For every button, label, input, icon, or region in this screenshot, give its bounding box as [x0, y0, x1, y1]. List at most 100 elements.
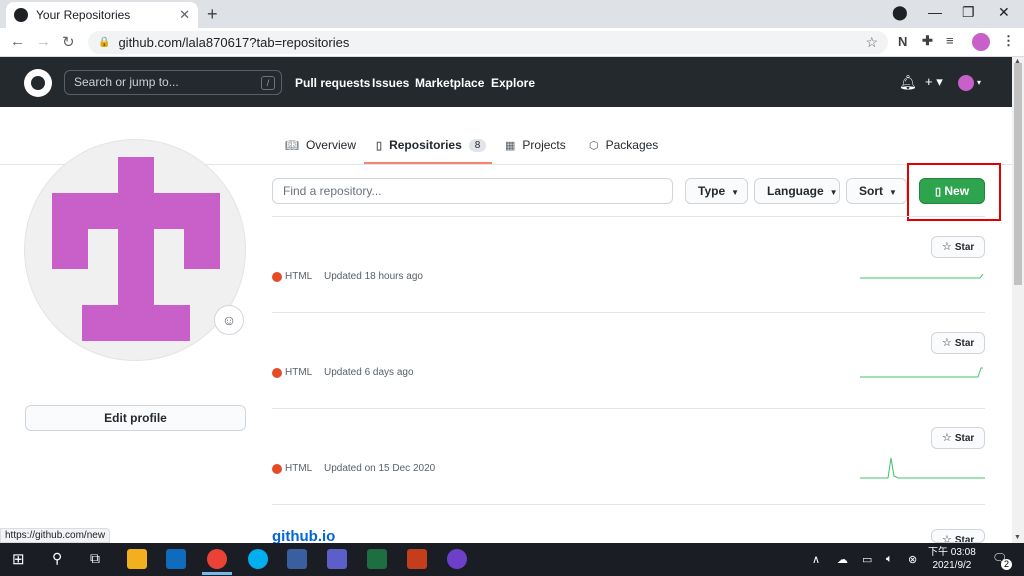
- repo-language: HTML: [285, 367, 313, 378]
- volume-icon[interactable]: 🔈︎: [886, 553, 893, 566]
- tab-packages[interactable]: ⬡ Packages: [589, 138, 658, 152]
- omnibox[interactable]: 🔒 github.com/lala870617?tab=repositories…: [88, 31, 888, 54]
- back-arrow-icon[interactable]: ←: [10, 33, 25, 50]
- book-icon: 📖︎: [285, 139, 299, 152]
- repo-language: HTML: [285, 271, 313, 282]
- edit-profile-button[interactable]: Edit profile: [25, 405, 246, 431]
- network-icon[interactable]: ▭: [862, 553, 872, 566]
- package-icon: ⬡: [589, 139, 599, 152]
- browser-profile-avatar[interactable]: [972, 33, 990, 51]
- status-x-icon[interactable]: ⊗: [908, 553, 917, 566]
- nav-marketplace[interactable]: Marketplace: [415, 76, 484, 90]
- language-color-dot: [272, 464, 282, 474]
- notification-bell-icon[interactable]: 🔔︎: [899, 74, 917, 91]
- github-favicon-icon: [14, 8, 28, 22]
- chrome-icon[interactable]: [207, 549, 227, 569]
- activity-sparkline: [860, 367, 983, 378]
- type-filter-dropdown[interactable]: Type ▼: [685, 178, 748, 204]
- activity-sparkline: [860, 457, 985, 479]
- star-icon: ☆: [942, 534, 952, 543]
- outlook-icon[interactable]: [166, 549, 186, 569]
- reload-icon[interactable]: ↻: [62, 33, 75, 51]
- repo-list-item: ☆ Star HTML Updated 18 hours ago: [272, 217, 985, 313]
- browser-menu-icon[interactable]: ⋮: [1002, 33, 1015, 49]
- file-explorer-icon[interactable]: [127, 549, 147, 569]
- tab-projects-label: Projects: [522, 138, 566, 152]
- tab-packages-label: Packages: [605, 138, 659, 152]
- identicon-image: [52, 157, 220, 341]
- nav-explore[interactable]: Explore: [491, 76, 535, 90]
- star-button[interactable]: ☆ Star: [931, 529, 985, 543]
- repo-list-item: ☆ Star HTML Updated on 15 Dec 2020: [272, 409, 985, 505]
- tab-repositories-label: Repositories: [389, 138, 462, 152]
- github-logo-icon[interactable]: [24, 69, 52, 97]
- star-button[interactable]: ☆ Star: [931, 332, 985, 354]
- language-color-dot: [272, 368, 282, 378]
- extension-n-icon[interactable]: N: [898, 34, 907, 49]
- star-label: Star: [954, 338, 975, 349]
- forward-arrow-icon[interactable]: →: [36, 33, 51, 50]
- close-tab-icon[interactable]: ✕: [179, 7, 190, 23]
- scroll-down-icon[interactable]: ▼: [1014, 534, 1021, 541]
- windows-start-icon[interactable]: ⊞: [12, 550, 25, 568]
- excel-icon[interactable]: [367, 549, 387, 569]
- repo-updated: Updated 6 days ago: [324, 367, 414, 378]
- repo-list-item: ☆ Star HTML Updated 6 days ago: [272, 313, 985, 409]
- star-icon: ☆: [942, 241, 952, 253]
- minimize-icon[interactable]: —: [928, 4, 942, 20]
- star-button[interactable]: ☆ Star: [931, 236, 985, 258]
- star-icon: ☆: [942, 432, 952, 444]
- github-search-input[interactable]: Search or jump to... /: [64, 70, 282, 95]
- remote-desktop-icon[interactable]: [287, 549, 307, 569]
- skype-icon[interactable]: [248, 549, 268, 569]
- create-new-dropdown[interactable]: + ▾: [925, 74, 943, 90]
- caret-down-icon: ▼: [829, 188, 838, 197]
- active-tab-underline: [364, 162, 492, 164]
- onedrive-icon[interactable]: ☁: [837, 553, 848, 566]
- caret-down-icon: ▼: [731, 188, 740, 197]
- caret-down-icon: ▾: [977, 78, 982, 87]
- browser-tab[interactable]: Your Repositories ✕: [6, 2, 198, 28]
- clock-date: 2021/9/2: [932, 560, 972, 571]
- new-tab-button[interactable]: +: [207, 4, 218, 25]
- language-filter-dropdown[interactable]: Language ▼: [754, 178, 840, 204]
- repo-updated: Updated 18 hours ago: [324, 271, 423, 282]
- browser-tab-title: Your Repositories: [36, 8, 131, 22]
- tab-repositories[interactable]: ▯ Repositories 8: [376, 138, 487, 152]
- language-filter-label: Language: [767, 184, 824, 198]
- set-status-smiley-icon[interactable]: ☺: [214, 305, 244, 335]
- powerpoint-icon[interactable]: [407, 549, 427, 569]
- bookmark-star-icon[interactable]: ☆: [865, 34, 878, 51]
- find-repository-input[interactable]: Find a repository...: [272, 178, 673, 204]
- window-close-icon[interactable]: ✕: [998, 4, 1010, 21]
- repo-count-badge: 8: [468, 138, 487, 152]
- nav-pull-requests[interactable]: Pull requests: [295, 76, 370, 90]
- activity-sparkline: [860, 273, 984, 279]
- star-button[interactable]: ☆ Star: [931, 427, 985, 449]
- tab-overview[interactable]: 📖︎ Overview: [285, 138, 356, 152]
- reading-list-icon[interactable]: ≡: [946, 33, 954, 48]
- extensions-puzzle-icon[interactable]: ✚: [922, 33, 933, 49]
- profile-avatar[interactable]: [24, 139, 246, 361]
- restore-icon[interactable]: ❐: [962, 4, 975, 21]
- profile-dropdown-icon[interactable]: ⬤: [892, 4, 908, 21]
- search-placeholder: Search or jump to...: [74, 75, 179, 89]
- teams-icon[interactable]: [327, 549, 347, 569]
- nav-issues[interactable]: Issues: [372, 76, 409, 90]
- active-app-indicator: [202, 572, 232, 575]
- task-view-icon[interactable]: ⧉: [90, 550, 100, 567]
- github-desktop-icon[interactable]: [447, 549, 467, 569]
- scrollbar-thumb[interactable]: [1014, 63, 1022, 285]
- taskbar-search-icon[interactable]: ⚲: [52, 550, 62, 567]
- search-shortcut-key: /: [261, 76, 275, 90]
- tray-chevron-icon[interactable]: ∧: [812, 553, 820, 566]
- project-icon: ▦: [505, 139, 516, 152]
- tab-projects[interactable]: ▦ Projects: [505, 138, 566, 152]
- taskbar-clock[interactable]: 下午 03:08 2021/9/2: [928, 546, 976, 572]
- user-avatar-dropdown[interactable]: [958, 75, 974, 91]
- caret-down-icon: ▼: [889, 188, 897, 197]
- type-filter-label: Type: [698, 184, 726, 198]
- lock-icon: 🔒: [98, 37, 111, 48]
- language-color-dot: [272, 272, 282, 282]
- sort-dropdown[interactable]: Sort ▼: [846, 178, 907, 204]
